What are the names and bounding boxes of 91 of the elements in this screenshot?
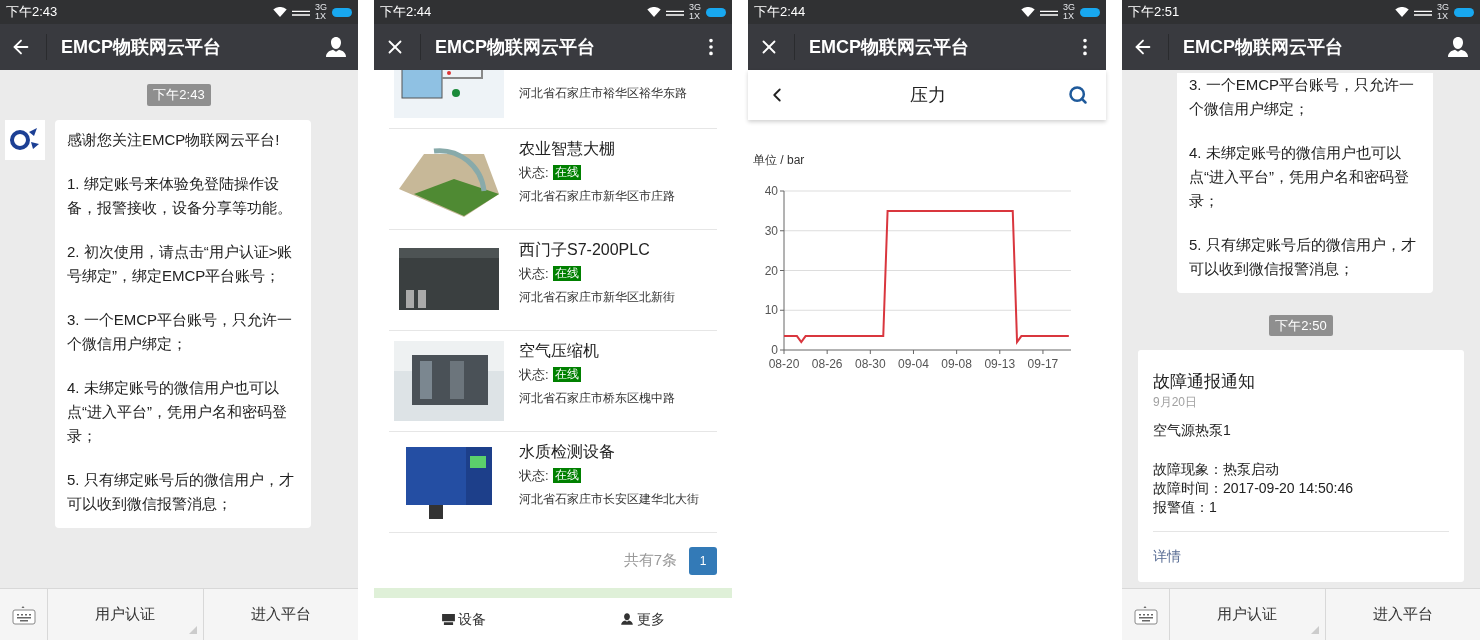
device-name[interactable]: 西门子S7-200PLC xyxy=(519,238,675,262)
menu-button[interactable]: 用户认证 xyxy=(48,589,204,640)
status-label: 状态: xyxy=(519,467,549,485)
wifi-icon xyxy=(647,7,661,17)
message-paragraph: 4. 未绑定账号的微信用户也可以点“进入平台”，凭用户名和密码登录； xyxy=(1189,142,1410,211)
nav-tab[interactable]: 更多 xyxy=(553,598,732,640)
axis-label: 40 xyxy=(764,184,778,198)
keyboard-icon[interactable] xyxy=(11,604,36,625)
device-name: 空气源热泵1 xyxy=(1153,421,1232,440)
network-label: 3G xyxy=(1063,3,1075,12)
message-paragraph: 感谢您关注EMCP物联网云平台! xyxy=(67,129,281,150)
battery-icon xyxy=(1080,7,1100,17)
axis-label: 0 xyxy=(771,343,778,357)
network-label: 3G xyxy=(1437,3,1449,12)
account-avatar xyxy=(5,119,45,160)
axis-label: 30 xyxy=(764,223,778,238)
message-paragraph: 1. 绑定账号来体验免登陆操作设备，报警接收，设备分享等功能。 xyxy=(67,173,293,218)
menu-button[interactable]: 进入平台 xyxy=(203,589,358,640)
axis-label: 08-30 xyxy=(854,357,886,371)
axis-label: 09-13 xyxy=(984,357,1016,371)
device-address: 河北省石家庄市新华区市庄路 xyxy=(519,187,675,205)
network-label: 3G xyxy=(689,3,701,12)
axis-label: 09-17 xyxy=(1027,357,1059,371)
status-time: 下午2:44 xyxy=(754,3,806,22)
network-label: 1X xyxy=(315,12,327,21)
battery-icon xyxy=(332,7,352,17)
wifi-icon xyxy=(1021,7,1035,17)
device-name[interactable]: 水质检测设备 xyxy=(519,440,699,464)
status-label: 状态: xyxy=(519,366,549,384)
device-address: 河北省石家庄市裕华区裕华东路 xyxy=(519,85,687,102)
axis-label: 20 xyxy=(764,263,778,278)
device-address: 河北省石家庄市长安区建华北大街 xyxy=(519,490,699,508)
status-tag: 在线 xyxy=(552,468,581,484)
status-tag: 在线 xyxy=(552,266,581,282)
monitor-icon xyxy=(441,613,455,625)
status-time: 下午2:43 xyxy=(6,3,58,22)
window-title: EMCP物联网云平台 xyxy=(1183,35,1343,59)
menu-button[interactable]: 用户认证 xyxy=(1170,589,1326,640)
wifi-icon xyxy=(273,7,287,17)
message-time: 下午2:50 xyxy=(1269,314,1333,336)
card-line: 报警值：1 xyxy=(1153,498,1218,517)
device-name[interactable]: 空气压缩机 xyxy=(519,339,675,363)
submenu-corner-icon xyxy=(188,626,197,634)
axis-label: 10 xyxy=(764,303,778,318)
network-label: 1X xyxy=(1437,12,1449,21)
network-label: 1X xyxy=(689,12,701,21)
nav-tab[interactable]: 设备 xyxy=(374,598,553,640)
device-name[interactable]: 农业智慧大棚 xyxy=(519,137,675,161)
axis-label: 08-20 xyxy=(768,357,800,371)
card-date: 9月20日 xyxy=(1153,394,1199,410)
message-paragraph: 4. 未绑定账号的微信用户也可以点“进入平台”，凭用户名和密码登录； xyxy=(67,377,288,446)
message-paragraph: 3. 一个EMCP平台账号，只允许一个微信用户绑定； xyxy=(1189,74,1415,119)
device-address: 河北省石家庄市桥东区槐中路 xyxy=(519,389,675,407)
window-title: EMCP物联网云平台 xyxy=(435,35,595,59)
axis-label: 09-08 xyxy=(941,357,972,371)
details-link[interactable]: 详情 xyxy=(1153,546,1449,566)
battery-icon xyxy=(1454,7,1474,17)
message-paragraph: 3. 一个EMCP平台账号，只允许一个微信用户绑定； xyxy=(67,309,293,354)
search-icon[interactable] xyxy=(1068,85,1088,105)
person-icon[interactable] xyxy=(620,612,634,626)
message-paragraph: 2. 初次使用，请点击“用户认证>账号绑定”，绑定EMCP平台账号； xyxy=(67,241,294,286)
status-time: 下午2:44 xyxy=(380,3,432,22)
person-icon[interactable] xyxy=(324,35,348,59)
card-title: 故障通报通知 xyxy=(1153,371,1256,393)
card-line: 故障时间：2017-09-20 14:50:46 xyxy=(1153,479,1354,498)
axis-label: 08-26 xyxy=(811,357,843,371)
keyboard-icon[interactable] xyxy=(1133,604,1158,625)
message-paragraph: 5. 只有绑定账号后的微信用户，才可以收到微信报警消息； xyxy=(1189,234,1417,279)
submenu-corner-icon xyxy=(1310,626,1319,634)
window-title: EMCP物联网云平台 xyxy=(809,35,969,59)
unit-label: 单位 / bar xyxy=(753,152,806,169)
device-address: 河北省石家庄市新华区北新街 xyxy=(519,288,675,306)
status-tag: 在线 xyxy=(552,165,581,181)
network-label: 1X xyxy=(1063,12,1075,21)
page-title: 压力 xyxy=(909,83,947,107)
axis-label: 09-04 xyxy=(898,357,929,371)
window-title: EMCP物联网云平台 xyxy=(61,35,221,59)
wifi-icon xyxy=(1395,7,1409,17)
status-label: 状态: xyxy=(519,164,549,182)
total-count: 共有7条 xyxy=(623,550,677,571)
message-paragraph: 5. 只有绑定账号后的微信用户，才可以收到微信报警消息； xyxy=(67,469,295,514)
card-line: 故障现象：热泵启动 xyxy=(1153,460,1280,479)
person-icon[interactable] xyxy=(1446,35,1470,59)
status-time: 下午2:51 xyxy=(1128,3,1180,22)
battery-icon xyxy=(706,7,726,17)
status-label: 状态: xyxy=(519,265,549,283)
menu-button[interactable]: 进入平台 xyxy=(1325,589,1480,640)
message-time: 下午2:43 xyxy=(147,84,211,106)
status-tag: 在线 xyxy=(552,367,581,383)
network-label: 3G xyxy=(315,3,327,12)
page-button[interactable]: 1 xyxy=(689,546,717,575)
